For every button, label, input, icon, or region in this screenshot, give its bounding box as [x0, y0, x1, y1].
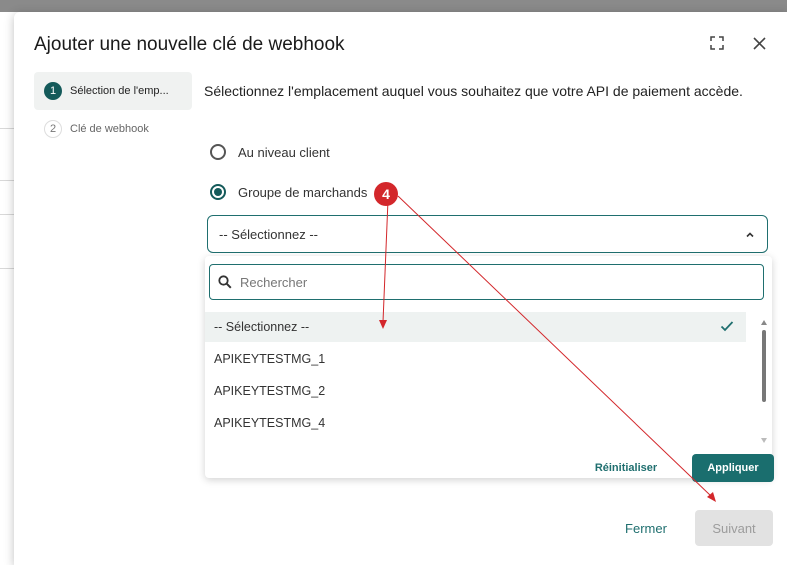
scrollbar-thumb[interactable] [762, 330, 766, 402]
reset-button[interactable]: Réinitialiser [586, 454, 666, 482]
select-value: -- Sélectionnez -- [219, 226, 318, 242]
radio-button[interactable] [210, 144, 226, 160]
option-label: APIKEYTESTMG_1 [214, 352, 326, 366]
merchant-group-select[interactable]: -- Sélectionnez -- [207, 215, 768, 253]
chevron-up-icon[interactable] [745, 228, 755, 243]
radio-button[interactable] [210, 184, 226, 200]
step-number: 2 [44, 120, 62, 138]
expand-icon[interactable] [706, 32, 728, 54]
step-webhook-key[interactable]: 2 Clé de webhook [34, 110, 192, 148]
next-button[interactable]: Suivant [695, 510, 773, 546]
apply-button[interactable]: Appliquer [692, 454, 774, 482]
dropdown-option[interactable]: APIKEYTESTMG_4 [205, 408, 746, 438]
option-label: APIKEYTESTMG_4 [214, 416, 326, 430]
background-divider [0, 180, 14, 181]
dropdown-option[interactable]: -- Sélectionnez -- [205, 312, 746, 342]
background-divider [0, 128, 14, 129]
step-label: Sélection de l'emp... [70, 85, 169, 97]
annotation-step-badge: 4 [374, 182, 398, 206]
location-description: Sélectionnez l'emplacement auquel vous s… [204, 83, 743, 99]
close-icon[interactable] [748, 32, 770, 54]
search-field[interactable] [209, 264, 764, 300]
dialog-title: Ajouter une nouvelle clé de webhook [34, 34, 345, 55]
radio-label: Groupe de marchands [238, 184, 368, 200]
step-location[interactable]: 1 Sélection de l'emp... [34, 72, 192, 110]
add-webhook-key-dialog: Ajouter une nouvelle clé de webhook 1 Sé… [14, 12, 787, 565]
select-dropdown: -- Sélectionnez -- APIKEYTESTMG_1 APIKEY… [205, 256, 774, 482]
step-label: Clé de webhook [70, 123, 149, 135]
stepper: 1 Sélection de l'emp... 2 Clé de webhook [34, 72, 192, 148]
search-icon [218, 275, 232, 289]
scroll-down-arrow-icon[interactable] [761, 438, 767, 443]
check-icon [720, 320, 734, 335]
background-divider [0, 214, 14, 215]
scroll-up-arrow-icon[interactable] [761, 320, 767, 325]
close-button[interactable]: Fermer [617, 514, 675, 542]
option-label: -- Sélectionnez -- [214, 320, 310, 334]
dropdown-option[interactable]: APIKEYTESTMG_1 [205, 344, 746, 374]
search-input[interactable] [238, 273, 742, 291]
step-number: 1 [44, 82, 62, 100]
radio-merchant-group[interactable]: Groupe de marchands [210, 184, 367, 200]
background-divider [0, 268, 14, 269]
radio-label: Au niveau client [238, 144, 330, 160]
option-label: APIKEYTESTMG_2 [214, 384, 326, 398]
dropdown-option[interactable]: APIKEYTESTMG_2 [205, 376, 746, 406]
dropdown-scrollbar[interactable] [761, 316, 769, 446]
radio-client-level[interactable]: Au niveau client [210, 144, 330, 160]
